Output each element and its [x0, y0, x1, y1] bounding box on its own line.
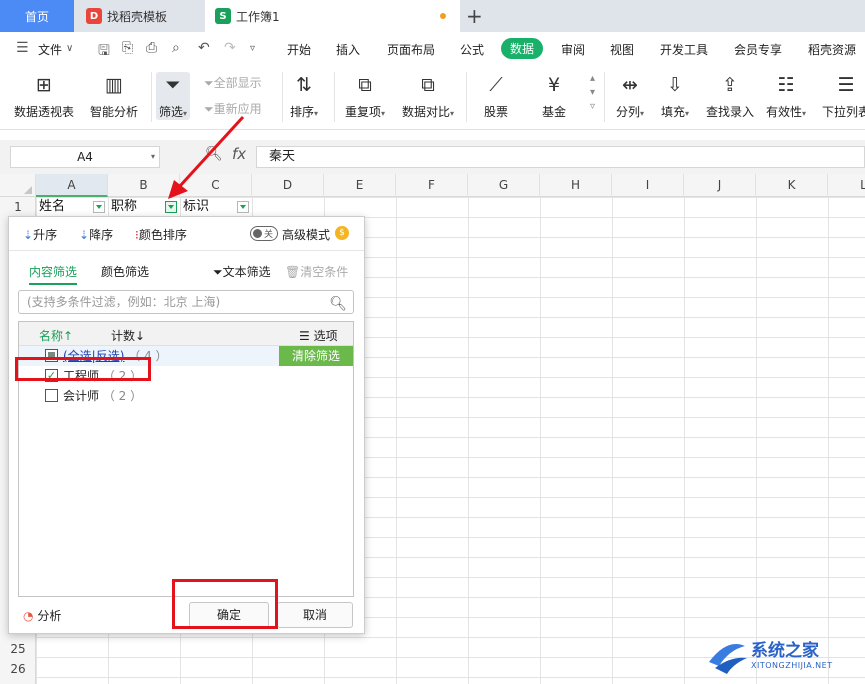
sort-by-name-header[interactable]: 名称↑ [39, 327, 73, 344]
color-sort-label: 颜色排序 [138, 228, 187, 242]
search-icon[interactable]: 🔍︎ [329, 293, 347, 315]
spreadsheet-app: 首页 D 找稻壳模板 S 工作簿1 + ☰ 文件 ∨ 🖫 ⎘ ⎙ ⌕ ↶ ↷ ▿ 开… [0, 0, 865, 684]
text-filter-button[interactable]: ⏷文本筛选 [213, 263, 271, 280]
options-button[interactable]: ☰ 选项 [299, 327, 338, 344]
clear-conditions-button[interactable]: 🗑︎清空条件 [285, 263, 348, 280]
analyze-button[interactable]: ◔ 分析 [23, 607, 61, 624]
pie-chart-icon: ◔ [23, 609, 34, 623]
text-filter-label: 文本筛选 [222, 265, 271, 279]
watermark-url: XITONGZHIJIA.NET [751, 661, 833, 670]
filter-list-header: 名称↑ 计数↓ ☰ 选项 [19, 322, 353, 346]
sort-ascending-label: 升序 [33, 228, 58, 242]
sort-ascending-icon: ⇣ [23, 228, 34, 242]
trash-icon: 🗑︎ [285, 265, 301, 279]
clear-filter-button[interactable]: 清除筛选 [279, 346, 353, 366]
sort-descending-button[interactable]: ⇣降序 [79, 226, 113, 243]
watermark-logo-icon [709, 644, 747, 674]
highlight-ok-box [172, 579, 278, 629]
watermark: 系统之家 XITONGZHIJIA.NET [705, 632, 865, 684]
sort-ascending-button[interactable]: ⇣升序 [23, 226, 57, 243]
sort-by-count-header[interactable]: 计数↓ [111, 327, 145, 344]
color-sort-button[interactable]: ⁝颜色排序 [135, 226, 187, 243]
list-item-text: 会计师 [63, 389, 100, 403]
list-item-count: （ 2 ） [102, 389, 143, 403]
sort-descending-icon: ⇣ [79, 228, 90, 242]
advanced-mode-toggle[interactable]: 关 [250, 226, 278, 241]
list-item-label: 会计师 （ 2 ） [63, 386, 142, 406]
list-item-accountant[interactable]: 会计师 （ 2 ） [19, 386, 353, 406]
tab-color-filter[interactable]: 颜色筛选 [101, 263, 149, 280]
clear-conditions-label: 清空条件 [300, 265, 349, 279]
vip-coin-icon: $ [335, 226, 349, 240]
cancel-button[interactable]: 取消 [277, 602, 353, 628]
advanced-toggle-label: 关 [264, 230, 274, 240]
filter-search-input[interactable]: (支持多条件过滤，例如：北京 上海) 🔍︎ [18, 290, 354, 314]
sort-descending-label: 降序 [89, 228, 114, 242]
checkbox-accountant[interactable] [45, 389, 58, 402]
filter-search-placeholder: (支持多条件过滤，例如：北京 上海) [27, 295, 221, 309]
sort-toolbar: ⇣升序 ⇣降序 ⁝颜色排序 关 高级模式 $ [9, 217, 364, 251]
watermark-name: 系统之家 [751, 641, 819, 661]
tab-content-filter[interactable]: 内容筛选 [29, 263, 78, 285]
text-filter-icon: ⏷ [213, 265, 223, 279]
highlight-engineer-box [15, 357, 151, 381]
analyze-label: 分析 [37, 609, 62, 623]
menu-lines-icon: ☰ [299, 329, 310, 343]
advanced-mode-label: 高级模式 [282, 228, 331, 242]
filter-dialog: ⇣升序 ⇣降序 ⁝颜色排序 关 高级模式 $ 内容筛选 颜色筛选 ⏷文本筛选 🗑… [8, 216, 365, 634]
options-label: 选项 [313, 329, 338, 343]
